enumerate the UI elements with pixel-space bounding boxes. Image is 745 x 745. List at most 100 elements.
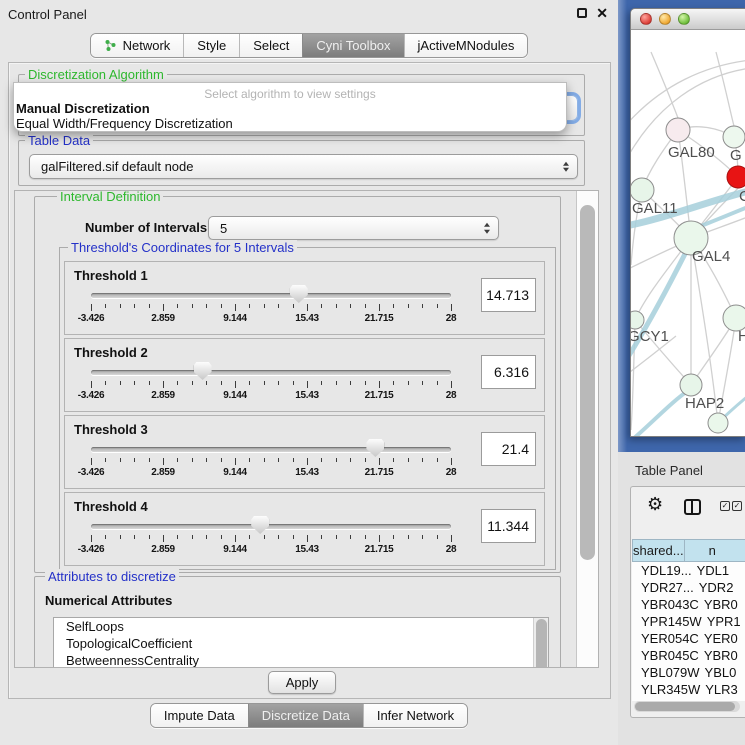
cell-shared-name: YDR27... [632,579,694,596]
list-scrollbar[interactable] [533,618,548,667]
float-window-icon[interactable] [577,8,587,18]
column-header-name[interactable]: n [685,539,745,562]
tick-mark [235,535,236,542]
zoom-traffic-light-icon[interactable] [678,13,690,25]
close-traffic-light-icon[interactable] [640,13,652,25]
tick-mark [393,304,394,308]
horizontal-scrollbar[interactable] [634,701,740,712]
slider-thumb[interactable] [290,285,308,303]
tab-network[interactable]: Network [91,34,184,57]
tick-mark [350,381,351,385]
tab-select[interactable]: Select [239,34,302,57]
gear-icon[interactable]: ⚙ [647,494,663,515]
tick-mark [393,458,394,462]
slider-track[interactable] [91,524,451,529]
slider-track[interactable] [91,293,451,298]
network-node-c[interactable] [727,166,745,188]
number-of-intervals-combobox[interactable]: 5 [208,216,499,240]
slider-track[interactable] [91,447,451,452]
table-data-combobox[interactable]: galFiltered.sif default node [29,154,578,179]
split-columns-icon[interactable] [684,499,701,515]
tick-mark [120,535,121,539]
tick-label: 2.859 [151,390,175,401]
tick-mark [393,381,394,385]
tab-impute-data[interactable]: Impute Data [151,704,248,727]
tab-jactivemnodules[interactable]: jActiveMNodules [404,34,528,57]
tick-mark [437,304,438,308]
tick-mark [134,535,135,539]
network-node-hap2[interactable] [680,374,702,396]
table-row[interactable]: YLR345WYLR3 [632,681,745,698]
apply-button[interactable]: Apply [268,671,336,694]
tab-label: Impute Data [164,708,235,723]
slider-thumb[interactable] [366,439,384,457]
tick-mark [437,458,438,462]
tab-label: jActiveMNodules [418,38,515,53]
tab-cyni-toolbox[interactable]: Cyni Toolbox [302,34,403,57]
list-item[interactable]: TopologicalCoefficient [54,635,548,652]
tick-label: 2.859 [151,544,175,555]
table-row[interactable]: YBL079WYBL0 [632,664,745,681]
network-node-gal11[interactable] [631,178,654,202]
table-row[interactable]: YER054CYER0 [632,630,745,647]
tick-mark [235,458,236,465]
tick-mark [278,304,279,308]
tick-mark [91,304,92,311]
vertical-scrollbar[interactable] [576,191,598,667]
tick-mark [365,304,366,308]
tick-mark [206,535,207,539]
tick-mark [264,535,265,539]
node-label: H [738,328,745,345]
table-panel-title: Table Panel [635,463,703,478]
tick-label: -3.426 [78,544,105,555]
threshold-value-field[interactable]: 11.344 [481,509,536,543]
tab-label: Discretize Data [262,708,350,723]
slider-thumb[interactable] [251,516,269,534]
tab-infer-network[interactable]: Infer Network [363,704,467,727]
list-item[interactable]: BetweennessCentrality [54,652,548,667]
cell-name: YPR1 [702,613,745,630]
window-titlebar[interactable] [631,9,745,30]
network-node[interactable] [708,413,728,433]
threshold-value-field[interactable]: 14.713 [481,278,536,312]
table-header-row: shared... n [632,539,745,562]
minimize-traffic-light-icon[interactable] [659,13,671,25]
table-row[interactable]: YBR043CYBR0 [632,596,745,613]
table-row[interactable]: YBR045CYBR0 [632,647,745,664]
tick-mark [293,458,294,462]
tab-style[interactable]: Style [183,34,239,57]
threshold-value-field[interactable]: 21.4 [481,432,536,466]
select-columns-icon[interactable]: ✓✓ [720,501,742,511]
network-node-g[interactable] [723,126,745,148]
column-header-shared[interactable]: shared... [632,539,685,562]
threshold-label: Threshold 4 [74,499,148,514]
table-row[interactable]: YPR145WYPR1 [632,613,745,630]
tab-discretize-data[interactable]: Discretize Data [248,704,363,727]
dropdown-option-equal-width-frequency[interactable]: Equal Width/Frequency Discretization [16,116,566,131]
tab-label: Select [253,38,289,53]
tick-mark [408,535,409,539]
interval-definition-group: Interval Definition Number of Intervals … [34,196,561,573]
tick-mark [206,458,207,462]
close-icon[interactable]: ✕ [596,7,608,19]
tick-mark [249,304,250,308]
list-item[interactable]: SelfLoops [54,618,548,635]
network-edge [631,60,745,125]
slider-thumb[interactable] [194,362,212,380]
network-node-gal80[interactable] [666,118,690,142]
slider-track[interactable] [91,370,451,375]
threshold-value-field[interactable]: 6.316 [481,355,536,389]
network-node-gcy1[interactable] [631,311,644,329]
cell-shared-name: YDL19... [632,562,692,579]
network-canvas[interactable]: GAL80GCGAL11GAL4GCY1HHAP2 [631,30,745,436]
tick-mark [105,458,106,462]
table-row[interactable]: YDR27...YDR2 [632,579,745,596]
table-row[interactable]: YDL19...YDL1 [632,562,745,579]
tick-mark [177,458,178,462]
tick-mark [264,381,265,385]
tick-mark [408,381,409,385]
group-label: Table Data [25,133,93,148]
tick-label: 15.43 [295,544,319,555]
tick-mark [365,458,366,462]
dropdown-option-manual-discretization[interactable]: Manual Discretization [16,101,566,116]
